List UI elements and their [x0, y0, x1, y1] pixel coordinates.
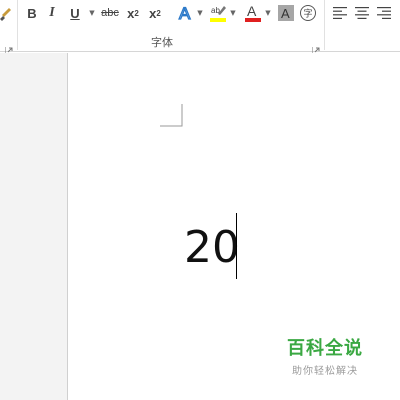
text-effects-icon[interactable]: A [176, 2, 196, 24]
clipboard-dialog-launcher-icon[interactable] [4, 40, 13, 56]
watermark-subtitle: 助你轻松解决 [292, 366, 358, 377]
underline-dropdown-chevron-icon[interactable]: ▼ [88, 2, 96, 24]
character-shading-icon[interactable]: A [278, 2, 294, 24]
group-separator [324, 0, 325, 50]
svg-text:A: A [281, 6, 290, 21]
watermark-title: 百科全说 [287, 338, 363, 359]
document-text[interactable]: 20 [184, 222, 240, 274]
superscript-base: x [149, 5, 157, 21]
ribbon: B I U ▼ abc x2 x2 A ▼ ab ▼ A ▼ A 字 字体 [0, 0, 400, 56]
font-group-row: B I U ▼ abc x2 x2 A ▼ ab ▼ A ▼ A 字 [0, 2, 400, 24]
bold-button[interactable]: B [23, 2, 41, 24]
svg-text:A: A [179, 4, 191, 23]
subscript-mark: 2 [134, 8, 139, 18]
group-separator [17, 0, 18, 50]
watermark-logo: 百科全说 助你轻松解决 [285, 334, 365, 377]
subscript-button[interactable]: x2 [124, 2, 142, 24]
font-color-icon[interactable]: A [243, 2, 263, 24]
highlight-color-chevron-icon[interactable]: ▼ [229, 2, 237, 24]
enclose-char: 字 [303, 8, 312, 20]
align-center-icon[interactable] [353, 2, 371, 24]
enclose-characters-button[interactable]: 字 [299, 2, 317, 24]
page-margin-corner-mark [160, 104, 183, 127]
underline-button[interactable]: U [66, 2, 84, 24]
svg-text:A: A [247, 3, 257, 19]
align-left-icon[interactable] [331, 2, 349, 24]
format-painter-icon[interactable] [0, 2, 12, 24]
strikethrough-button[interactable]: abc [99, 2, 121, 24]
navigation-pane [0, 53, 68, 400]
font-group-label: 字体 [151, 36, 173, 49]
font-dialog-launcher-icon[interactable] [311, 40, 320, 56]
italic-button[interactable]: I [43, 2, 61, 24]
text-effects-chevron-icon[interactable]: ▼ [196, 2, 204, 24]
superscript-button[interactable]: x2 [146, 2, 164, 24]
text-cursor [236, 213, 237, 279]
highlighter-icon[interactable]: ab [208, 2, 228, 24]
superscript-mark: 2 [156, 8, 161, 18]
font-color-chevron-icon[interactable]: ▼ [264, 2, 272, 24]
align-right-icon[interactable] [375, 2, 393, 24]
subscript-base: x [127, 5, 135, 21]
